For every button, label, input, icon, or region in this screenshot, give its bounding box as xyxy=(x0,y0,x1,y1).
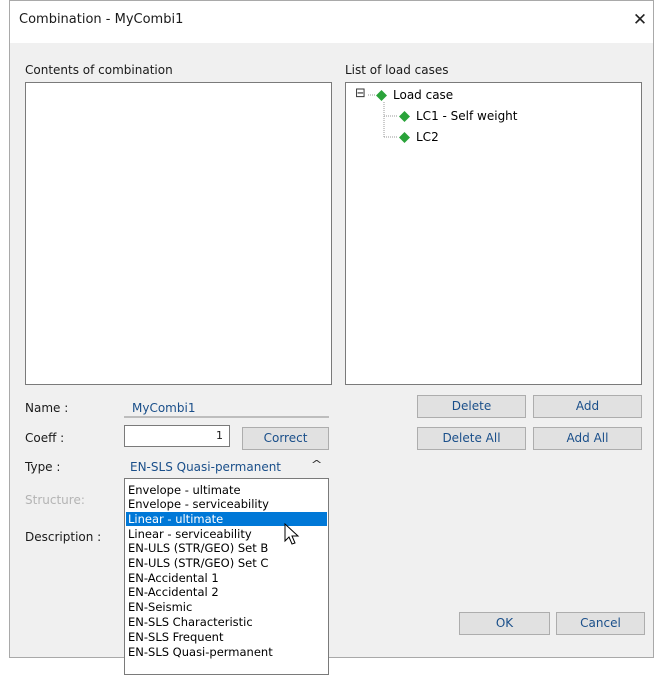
tree-collapse-icon[interactable]: ⊟ xyxy=(355,86,366,102)
dropdown-option[interactable]: EN-Accidental 2 xyxy=(126,585,327,599)
contents-list[interactable] xyxy=(25,82,332,385)
tree-item-label: LC1 - Self weight xyxy=(416,109,518,123)
structure-label: Structure: xyxy=(25,493,85,507)
name-field[interactable]: MyCombi1 xyxy=(132,401,195,415)
name-label: Name : xyxy=(25,401,69,415)
add-button[interactable]: Add xyxy=(533,395,642,418)
type-select[interactable]: EN-SLS Quasi-permanent xyxy=(130,460,281,474)
close-icon[interactable]: ✕ xyxy=(631,11,649,29)
dropdown-option[interactable]: EN-SLS Characteristic xyxy=(126,615,327,629)
diamond-icon xyxy=(376,89,387,101)
tree-connector-lines xyxy=(368,94,398,138)
tree-item-lc2[interactable]: LC2 xyxy=(399,128,439,146)
tree-item-label: LC2 xyxy=(416,130,439,144)
delete-button[interactable]: Delete xyxy=(417,395,526,418)
dropdown-option[interactable]: Envelope - ultimate xyxy=(126,483,327,497)
mouse-pointer-icon xyxy=(284,523,300,545)
dropdown-option[interactable]: Envelope - serviceability xyxy=(126,497,327,511)
coeff-label: Coeff : xyxy=(25,431,65,445)
cancel-button[interactable]: Cancel xyxy=(556,612,645,635)
dropdown-option[interactable]: EN-ULS (STR/GEO) Set C xyxy=(126,556,327,570)
tree-item-lc1[interactable]: LC1 - Self weight xyxy=(399,107,518,125)
add-all-button[interactable]: Add All xyxy=(533,427,642,450)
dropdown-option[interactable]: EN-Seismic xyxy=(126,600,327,614)
type-dropdown-list[interactable]: Envelope - ultimate Envelope - serviceab… xyxy=(124,478,329,675)
diamond-icon xyxy=(399,131,410,143)
chevron-up-icon[interactable]: ^ xyxy=(311,458,323,471)
load-cases-label: List of load cases xyxy=(345,63,449,77)
type-label: Type : xyxy=(25,460,61,474)
dropdown-option[interactable]: EN-SLS Quasi-permanent xyxy=(126,645,327,659)
load-cases-tree[interactable]: ⊟ Load case LC1 - Self weight LC2 xyxy=(345,82,642,385)
contents-label: Contents of combination xyxy=(25,63,173,77)
window-title: Combination - MyCombi1 xyxy=(19,12,184,27)
ok-button[interactable]: OK xyxy=(459,612,550,635)
name-field-underline xyxy=(124,416,329,418)
tree-item-load-case[interactable]: Load case xyxy=(376,86,453,104)
coeff-input[interactable]: 1 xyxy=(124,425,230,447)
combination-dialog: Combination - MyCombi1 ✕ Contents of com… xyxy=(9,0,654,675)
dropdown-option[interactable]: EN-Accidental 1 xyxy=(126,571,327,585)
dropdown-option[interactable]: EN-SLS Frequent xyxy=(126,630,327,644)
title-bar: Combination - MyCombi1 ✕ xyxy=(10,1,653,43)
delete-all-button[interactable]: Delete All xyxy=(417,427,526,450)
correct-button[interactable]: Correct xyxy=(242,427,329,450)
description-label: Description : xyxy=(25,530,102,544)
tree-item-label: Load case xyxy=(393,88,454,102)
diamond-icon xyxy=(399,110,410,122)
